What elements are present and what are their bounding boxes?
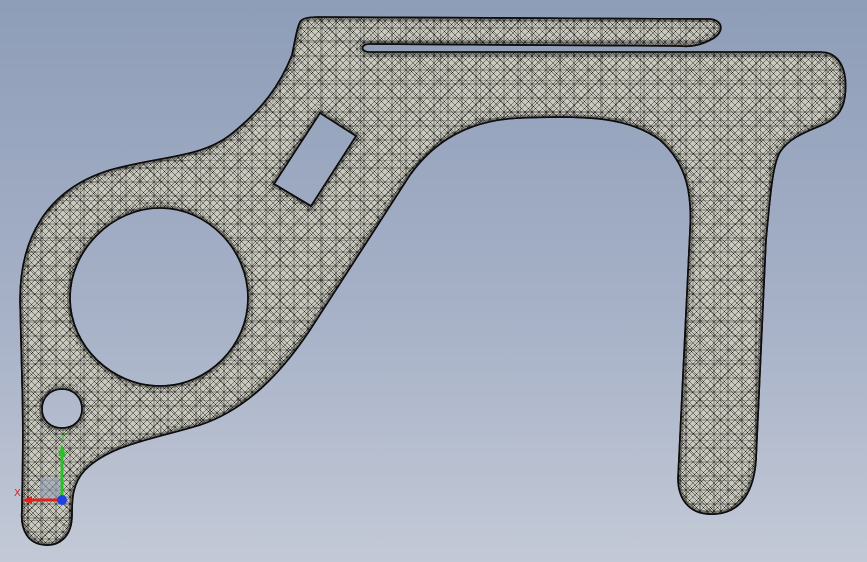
z-axis-icon [57, 495, 67, 505]
x-axis-label: X [14, 488, 21, 499]
mesh-overlay-coarse [20, 17, 846, 546]
bracket-part[interactable] [19, 16, 847, 546]
y-axis-label: Y [59, 432, 67, 443]
graphics-viewport[interactable]: X Y [0, 0, 867, 562]
mesh-view[interactable]: X Y [0, 0, 867, 562]
